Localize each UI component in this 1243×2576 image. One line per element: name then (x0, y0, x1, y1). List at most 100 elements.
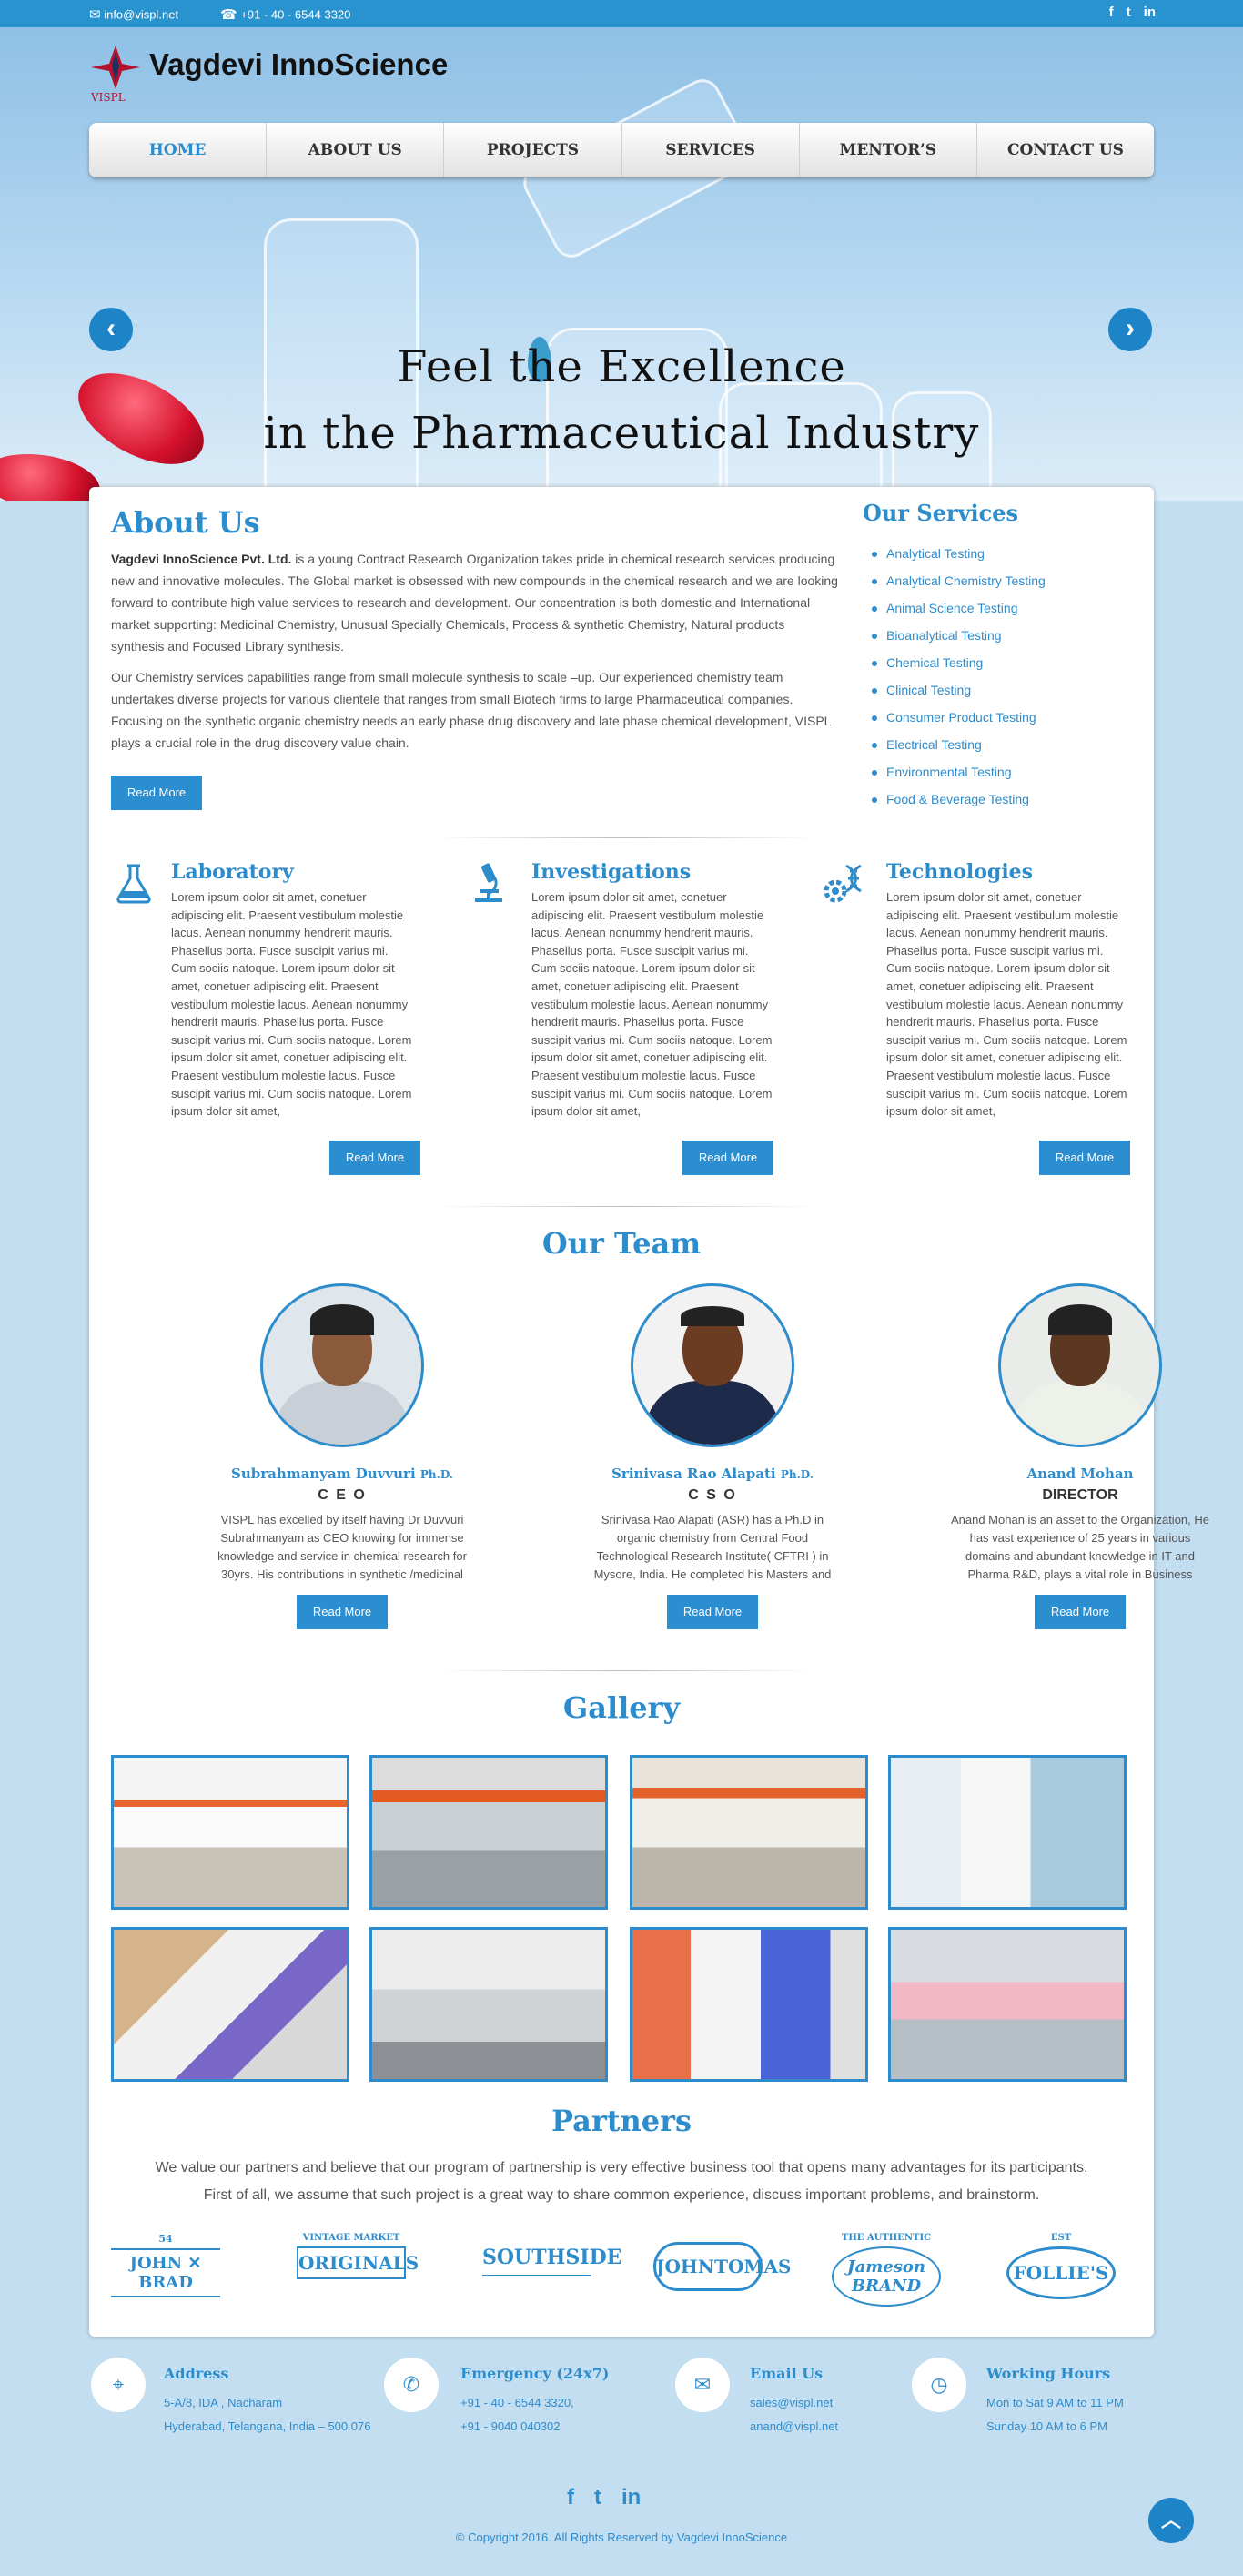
avatar (998, 1283, 1162, 1447)
footer-emergency-title: Emergency (24x7) (460, 2365, 610, 2382)
linkedin-icon[interactable]: in (622, 2485, 641, 2510)
twitter-icon[interactable]: t (1127, 5, 1131, 20)
partner-logo[interactable]: 54 JOHN ✕ BRAD (111, 2233, 220, 2306)
footer-email-anand[interactable]: anand@vispl.net (750, 2415, 838, 2439)
member-read-more-button[interactable]: Read More (297, 1595, 388, 1629)
top-phone: ☎ +91 - 40 - 6544 3320 (220, 6, 350, 23)
gallery-image[interactable] (888, 1755, 1127, 1910)
footer-hours-line2: Sunday 10 AM to 6 PM (986, 2419, 1107, 2433)
member-read-more-button[interactable]: Read More (1035, 1595, 1126, 1629)
nav-about-us[interactable]: ABOUT US (267, 123, 445, 177)
service-item[interactable]: Chemical Testing (870, 649, 1046, 676)
member-role: DIRECTOR (1042, 1487, 1118, 1503)
site-logo[interactable]: Vagdevi InnoScience VISPL (89, 44, 448, 104)
service-item[interactable]: Clinical Testing (870, 676, 1046, 704)
partners-heading: Partners (551, 2104, 692, 2138)
scroll-to-top-button[interactable]: ︿ (1148, 2498, 1194, 2543)
member-name: Srinivasa Rao Alapati Ph.D. (611, 1465, 814, 1482)
footer-social-links: f t in (567, 2485, 641, 2510)
nav-contact-us[interactable]: CONTACT US (977, 123, 1154, 177)
gallery-image[interactable] (630, 1927, 868, 2082)
company-name: Vagdevi InnoScience Pvt. Ltd. (111, 552, 292, 566)
envelope-icon: ✉ (675, 2358, 730, 2412)
partner-logo[interactable]: JOHNTOMAS (653, 2233, 791, 2306)
feature-read-more-button[interactable]: Read More (329, 1141, 420, 1175)
phone-call-icon: ✆ (384, 2358, 439, 2412)
footer-email-sales[interactable]: sales@vispl.net (750, 2391, 833, 2415)
member-role: C S O (688, 1487, 737, 1503)
hero-slider: ‹ › Feel the Excellence in the Pharmaceu… (0, 27, 1243, 501)
service-item[interactable]: Analytical Testing (870, 540, 1046, 567)
twitter-icon[interactable]: t (594, 2485, 601, 2510)
footer-hours-title: Working Hours (986, 2365, 1111, 2382)
partner-logo[interactable]: VINTAGE MARKET ORIGINALS (297, 2233, 419, 2306)
service-item[interactable]: Environmental Testing (870, 758, 1046, 786)
gallery-image[interactable] (369, 1927, 608, 2082)
services-heading: Our Services (863, 500, 1019, 526)
gallery-image[interactable] (111, 1927, 349, 2082)
partner-logo[interactable]: THE AUTHENTIC Jameson BRAND (832, 2233, 941, 2307)
nav-home[interactable]: HOME (89, 123, 268, 177)
footer-address-line2: Hyderabad, Telangana, India – 500 076 (164, 2419, 371, 2433)
feature-title-laboratory: Laboratory (171, 860, 294, 884)
facebook-icon[interactable]: f (567, 2485, 574, 2510)
flask-icon (111, 860, 157, 912)
member-bio: Anand Mohan is an asset to the Organizat… (950, 1513, 1209, 1581)
team-member-card: Anand Mohan DIRECTOR Anand Mohan is an a… (948, 1283, 1212, 1629)
footer-emergency-line1[interactable]: +91 - 40 - 6544 3320, (460, 2391, 574, 2415)
service-item[interactable]: Analytical Chemistry Testing (870, 567, 1046, 594)
footer-address-title: Address (164, 2365, 229, 2382)
about-read-more-button[interactable]: Read More (111, 776, 202, 810)
nav-mentors[interactable]: MENTOR’S (800, 123, 977, 177)
service-item[interactable]: Food & Beverage Testing (870, 786, 1046, 813)
top-phone-text: +91 - 40 - 6544 3320 (240, 7, 351, 22)
member-name: Subrahmanyam Duvvuri Ph.D. (231, 1465, 453, 1482)
member-name: Anand Mohan (1026, 1465, 1134, 1482)
member-bio: VISPL has excelled by itself having Dr D… (217, 1513, 467, 1581)
microscope-icon (466, 860, 511, 912)
brand-name: Vagdevi InnoScience (149, 47, 449, 81)
top-social-links: f t in (1109, 5, 1156, 20)
feature-text-technologies: Lorem ipsum dolor sit amet, conetuer adi… (886, 890, 1127, 1119)
team-member-card: Srinivasa Rao Alapati Ph.D. C S O Sriniv… (581, 1283, 844, 1629)
service-item[interactable]: Animal Science Testing (870, 594, 1046, 622)
about-paragraph-2: Our Chemistry services capabilities rang… (111, 670, 831, 750)
gallery-image[interactable] (111, 1755, 349, 1910)
linkedin-icon[interactable]: in (1144, 5, 1156, 20)
partner-logo[interactable]: SOUTHSIDE (482, 2233, 622, 2306)
main-content-card: About Us Vagdevi InnoScience Pvt. Ltd. i… (89, 487, 1209, 2337)
hero-title-line1: Feel the Excellence (397, 341, 846, 392)
about-heading: About Us (111, 505, 260, 540)
member-read-more-button[interactable]: Read More (667, 1595, 758, 1629)
gallery-heading: Gallery (562, 1690, 681, 1725)
nav-projects[interactable]: PROJECTS (444, 123, 622, 177)
feature-read-more-button[interactable]: Read More (1039, 1141, 1130, 1175)
copyright-text: © Copyright 2016. All Rights Reserved by… (455, 2530, 788, 2544)
gallery-image[interactable] (630, 1755, 868, 1910)
partner-logo[interactable]: EST FOLLIE'S (1006, 2233, 1116, 2306)
top-email[interactable]: ✉ info@vispl.net (89, 6, 178, 23)
avatar (260, 1283, 424, 1447)
main-navigation: HOME ABOUT US PROJECTS SERVICES MENTOR’S… (89, 123, 1154, 177)
hero-title-line2: in the Pharmaceutical Industry (263, 408, 980, 459)
gallery-image[interactable] (369, 1755, 608, 1910)
service-item[interactable]: Consumer Product Testing (870, 704, 1046, 731)
divider (435, 1206, 817, 1207)
service-item[interactable]: Electrical Testing (870, 731, 1046, 758)
facebook-icon[interactable]: f (1109, 5, 1114, 20)
gallery-image[interactable] (888, 1927, 1127, 2082)
feature-title-technologies: Technologies (886, 860, 1034, 884)
chevron-up-icon: ︿ (1160, 2509, 1181, 2531)
footer-hours-line1: Mon to Sat 9 AM to 11 PM (986, 2396, 1124, 2409)
brand-abbr: VISPL (91, 91, 126, 104)
phone-icon: ☎ (220, 7, 237, 23)
about-paragraph-1: Vagdevi InnoScience Pvt. Ltd. is a young… (111, 548, 839, 657)
service-item[interactable]: Bioanalytical Testing (870, 622, 1046, 649)
nav-services[interactable]: SERVICES (622, 123, 800, 177)
envelope-icon: ✉ (89, 7, 101, 23)
feature-read-more-button[interactable]: Read More (682, 1141, 773, 1175)
footer-emergency-line2[interactable]: +91 - 9040 040302 (460, 2415, 561, 2439)
clock-icon: ◷ (912, 2358, 966, 2412)
top-email-text: info@vispl.net (104, 7, 179, 22)
logo-mark-icon (91, 46, 140, 89)
